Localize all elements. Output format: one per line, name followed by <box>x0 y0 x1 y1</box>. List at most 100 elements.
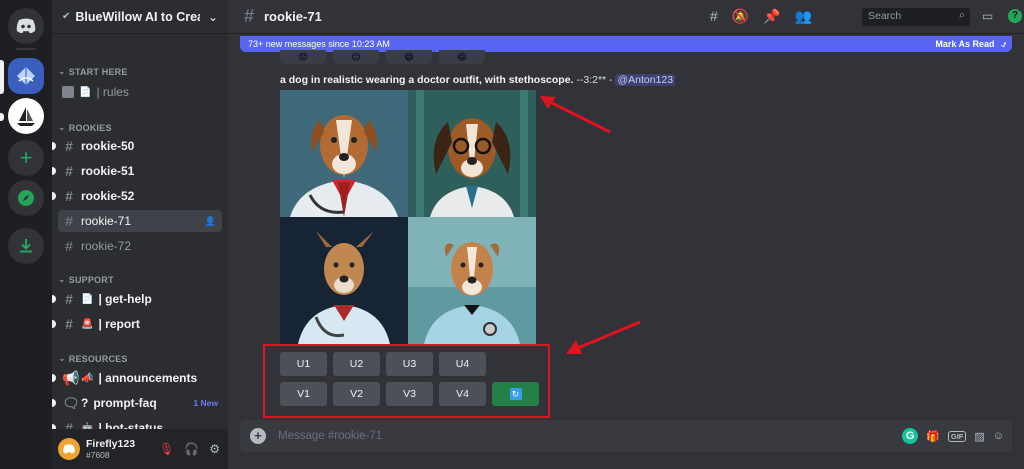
mark-as-read-button[interactable]: Mark As Read ⍻ <box>935 39 1006 50</box>
upscale-button-1[interactable]: U1 <box>280 352 327 376</box>
highlight-box: U1 U2 U3 U4 V1 V2 V3 V4 ↻ <box>263 344 550 418</box>
emoji-reaction[interactable]: 😄 <box>386 50 432 64</box>
generated-image-2[interactable] <box>408 90 536 217</box>
hash-icon: # <box>65 163 73 179</box>
channel-label: rookie-51 <box>81 164 135 178</box>
message-input[interactable]: Message #rookie-71 <box>278 430 382 442</box>
unread-indicator <box>52 192 56 200</box>
category-resources[interactable]: ⌄ RESOURCES <box>58 353 128 364</box>
chevron-down-icon: ⌄ <box>58 353 66 363</box>
channel-get-help[interactable]: # 📄 | get-help <box>52 288 222 310</box>
discord-window: + ✔ BlueWillow AI to Crea... ⌄ ⌄ START H… <box>0 0 1024 469</box>
download-apps-icon[interactable] <box>8 228 44 264</box>
generated-image-grid[interactable] <box>280 90 536 344</box>
upscale-button-2[interactable]: U2 <box>333 352 380 376</box>
category-rookies[interactable]: ⌄ ROOKIES <box>58 122 112 133</box>
variation-button-3[interactable]: V3 <box>386 382 433 406</box>
prompt-text: a dog in realistic wearing a doctor outf… <box>280 74 574 86</box>
channel-label: prompt-faq <box>93 396 157 410</box>
chevron-down-icon[interactable]: ⌄ <box>208 10 218 24</box>
channel-label: rookie-52 <box>81 189 135 203</box>
server-rail: + <box>0 0 52 469</box>
forum-icon: 🗨 <box>62 394 80 411</box>
category-label: SUPPORT <box>68 274 114 285</box>
sailboat-server-icon[interactable] <box>8 98 44 134</box>
inbox-icon[interactable]: ▭ <box>982 9 993 23</box>
variation-button-2[interactable]: V2 <box>333 382 380 406</box>
user-info[interactable]: Firefly123 #7608 <box>86 438 135 460</box>
message-composer[interactable]: + Message #rookie-71 G 🎁 GIF ▨ ☺ <box>240 420 1012 452</box>
emoji-reaction[interactable]: 😟 <box>280 50 326 64</box>
attach-plus-icon[interactable]: + <box>250 428 266 444</box>
variation-button-4[interactable]: V4 <box>439 382 486 406</box>
channel-announcements[interactable]: 📢 📣 | announcements <box>52 367 222 389</box>
bluewillow-server-icon[interactable] <box>8 58 44 94</box>
search-placeholder: Search <box>868 10 902 22</box>
microphone-muted-icon[interactable]: 🎙 <box>159 442 174 456</box>
grammarly-icon[interactable]: G <box>902 428 919 444</box>
member-list-icon[interactable]: 👥 <box>795 8 812 25</box>
composer-icons: G 🎁 GIF ▨ ☺ <box>902 428 1004 444</box>
hash-icon: # <box>243 6 254 26</box>
channel-label: | announcements <box>98 371 198 385</box>
channel-label: | rules <box>96 85 129 99</box>
upscale-button-3[interactable]: U3 <box>386 352 433 376</box>
channel-rookie-51[interactable]: # rookie-51 <box>52 160 222 182</box>
channel-rules[interactable]: 📄 | rules <box>58 81 222 103</box>
previous-reactions: 😟 😑 😄 😄 <box>280 50 485 64</box>
channel-prompt-faq[interactable]: 🗨 ? prompt-faq 1 New <box>52 392 222 414</box>
generated-image-4[interactable] <box>408 217 536 344</box>
discord-home-icon[interactable] <box>8 8 44 44</box>
guild-header[interactable]: ✔ BlueWillow AI to Crea... ⌄ <box>52 0 228 34</box>
chevron-down-icon: ⌄ <box>58 122 66 132</box>
unread-indicator <box>0 113 4 121</box>
add-member-icon[interactable]: 👤 <box>205 216 216 227</box>
topbar-icons: # 🔕 📌 👥 <box>710 8 812 25</box>
sticker-icon[interactable]: ▨ <box>974 430 984 443</box>
channel-rookie-71[interactable]: # rookie-71 👤 <box>58 210 222 232</box>
chevron-down-icon: ⌄ <box>58 66 66 76</box>
search-input[interactable]: Search ⌕ <box>862 8 970 26</box>
document-emoji-icon: 📄 <box>81 293 94 305</box>
channel-label: | get-help <box>98 292 152 306</box>
channel-label: rookie-72 <box>81 239 132 253</box>
pin-icon[interactable]: 📌 <box>763 8 780 25</box>
avatar[interactable] <box>58 438 80 460</box>
generated-image-1[interactable] <box>280 90 408 217</box>
new-messages-text: 73+ new messages since 10:23 AM <box>248 39 390 49</box>
category-support[interactable]: ⌄ SUPPORT <box>58 274 114 285</box>
emoji-reaction[interactable]: 😑 <box>333 50 379 64</box>
add-server-icon[interactable]: + <box>8 140 44 176</box>
hash-icon: # <box>65 213 73 229</box>
unread-indicator <box>52 374 56 382</box>
category-label: RESOURCES <box>68 353 128 364</box>
annotation-arrow-prompt <box>540 96 611 134</box>
emoji-icon[interactable]: ☺ <box>993 430 1004 442</box>
channel-report[interactable]: # 🚨 | report <box>52 313 222 335</box>
explore-servers-icon[interactable] <box>8 180 44 216</box>
channel-rookie-72[interactable]: # rookie-72 <box>58 235 222 257</box>
upscale-button-4[interactable]: U4 <box>439 352 486 376</box>
emoji-reaction[interactable]: 😄 <box>439 50 485 64</box>
rail-divider <box>16 48 36 50</box>
channel-rookie-50[interactable]: # rookie-50 <box>52 135 222 157</box>
notification-bell-muted-icon[interactable]: 🔕 <box>732 8 749 25</box>
channel-rookie-52[interactable]: # rookie-52 <box>52 185 222 207</box>
channel-label: rookie-50 <box>81 139 135 153</box>
gear-icon[interactable]: ⚙ <box>209 442 220 456</box>
category-start-here[interactable]: ⌄ START HERE <box>58 66 128 77</box>
user-mention[interactable]: @Anton123 <box>615 74 676 86</box>
generated-image-3[interactable] <box>280 217 408 344</box>
user-controls: 🎙 🎧 ⚙ <box>159 442 220 456</box>
help-icon[interactable]: ? <box>1008 9 1022 23</box>
variation-button-1[interactable]: V1 <box>280 382 327 406</box>
gift-icon[interactable]: 🎁 <box>926 430 940 443</box>
headphones-icon[interactable]: 🎧 <box>184 442 199 456</box>
threads-icon[interactable]: # <box>710 8 718 25</box>
search-icon: ⌕ <box>959 9 965 21</box>
reroll-button[interactable]: ↻ <box>492 382 539 406</box>
prompt-params: --3:2** - <box>573 74 616 86</box>
question-mark-glyph: ? <box>81 396 89 410</box>
gif-icon[interactable]: GIF <box>947 430 967 442</box>
mark-as-read-label: Mark As Read <box>935 38 995 49</box>
